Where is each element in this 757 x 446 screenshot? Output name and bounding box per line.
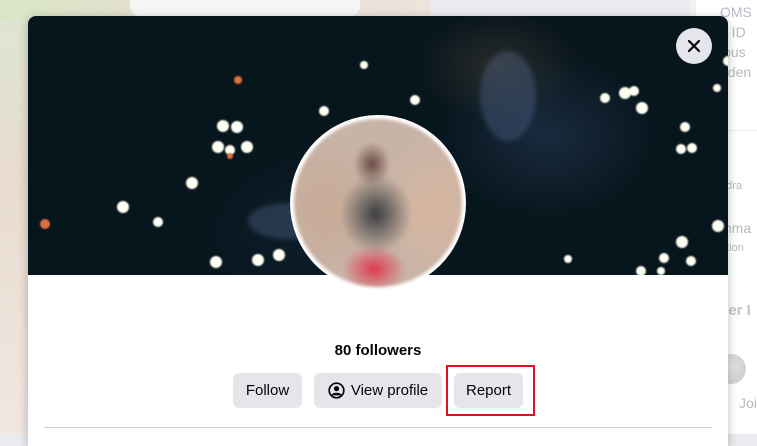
view-profile-button-label: View profile [350,382,429,399]
background-left-edge [0,0,30,434]
background-card [130,0,360,16]
follow-button-label: Follow [245,382,290,399]
follow-button[interactable]: Follow [233,373,302,408]
close-icon [687,39,701,53]
profile-picture-image [294,119,462,287]
report-button-highlight [446,365,535,416]
profile-picture[interactable] [290,115,466,291]
profile-preview-dialog: 80 followers Follow View profile Report [28,16,728,446]
divider [44,427,712,428]
followers-count: 80 followers [334,342,422,359]
view-profile-button[interactable]: View profile [314,373,442,408]
user-circle-icon [328,382,345,399]
close-button[interactable] [676,28,712,64]
background-text: Joi [739,395,757,411]
